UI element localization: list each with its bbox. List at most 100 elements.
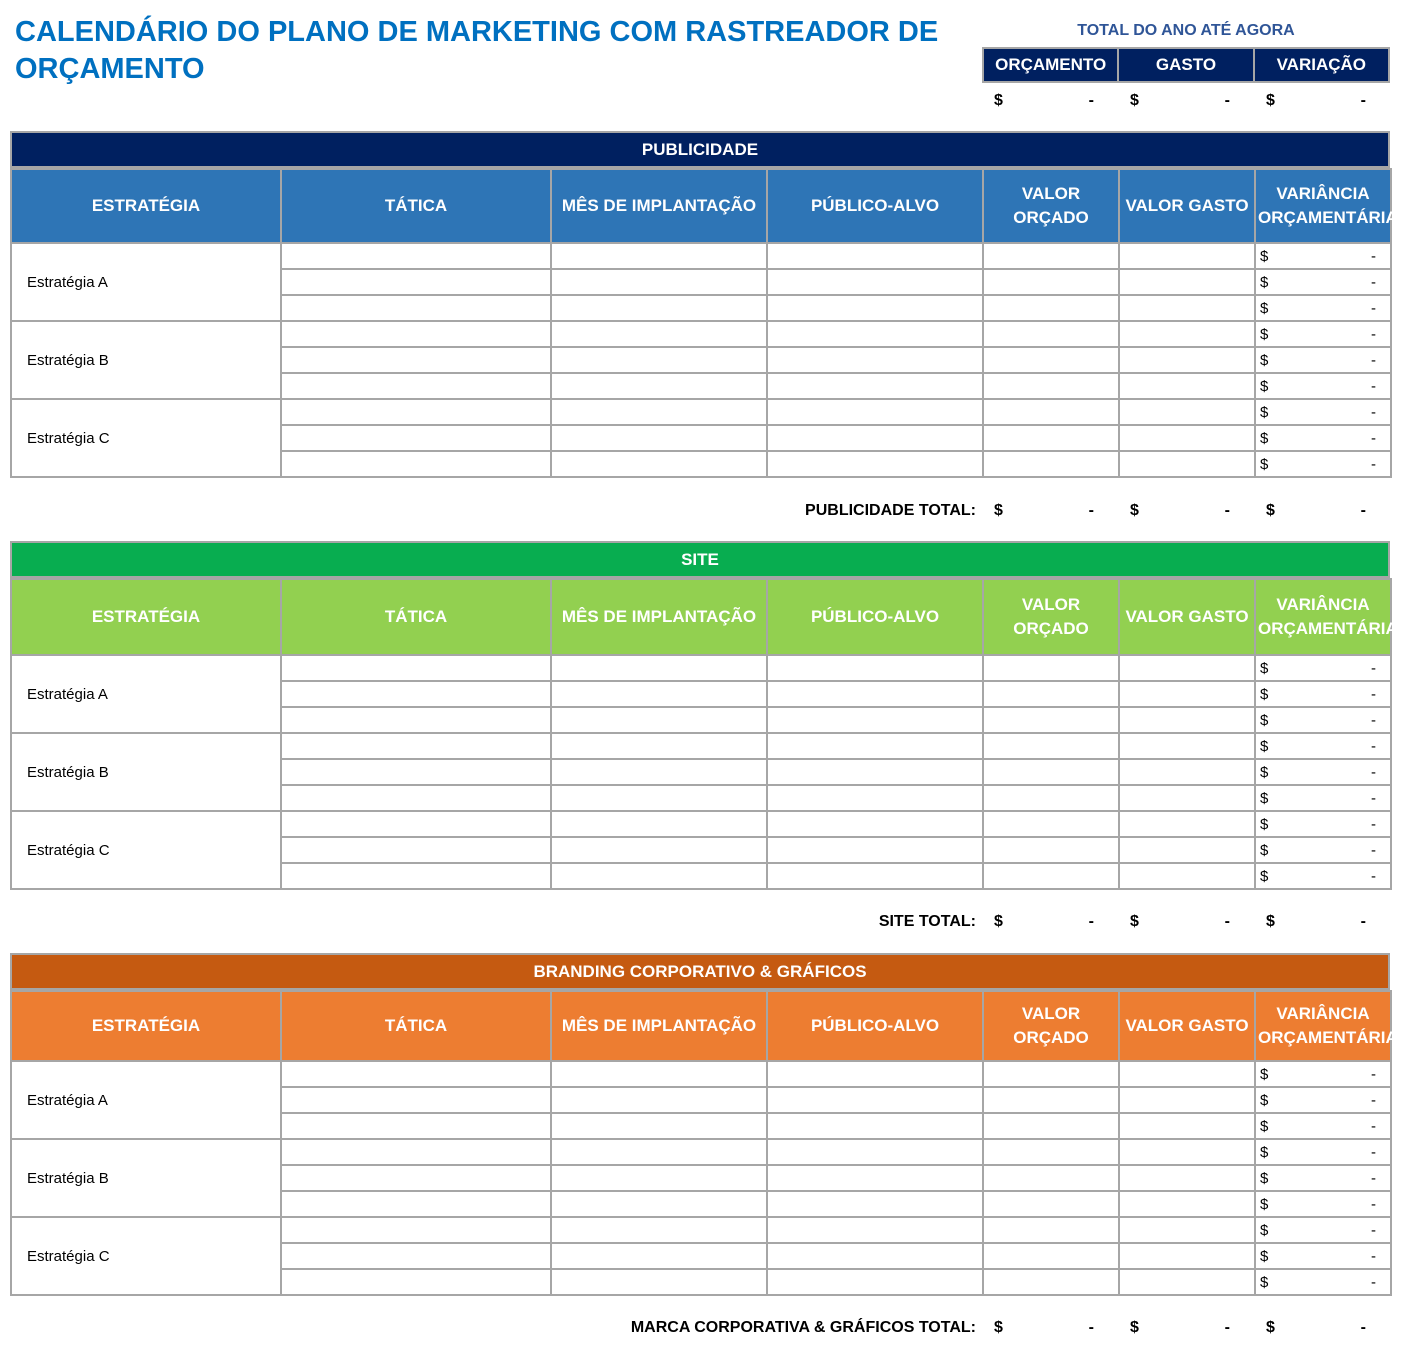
mes-implantacao-cell[interactable] — [550, 424, 768, 452]
publico-alvo-cell[interactable] — [766, 732, 984, 760]
strategy-cell[interactable]: Estratégia B — [10, 732, 282, 812]
publico-alvo-cell[interactable] — [766, 1190, 984, 1218]
publico-alvo-cell[interactable] — [766, 450, 984, 478]
tatica-cell[interactable] — [280, 450, 552, 478]
tatica-cell[interactable] — [280, 346, 552, 374]
mes-implantacao-cell[interactable] — [550, 1268, 768, 1296]
tatica-cell[interactable] — [280, 810, 552, 838]
publico-alvo-cell[interactable] — [766, 294, 984, 322]
valor-orcado-cell[interactable] — [982, 294, 1120, 322]
valor-gasto-cell[interactable] — [1118, 784, 1256, 812]
valor-gasto-cell[interactable] — [1118, 1112, 1256, 1140]
valor-orcado-cell[interactable] — [982, 268, 1120, 296]
publico-alvo-cell[interactable] — [766, 1112, 984, 1140]
valor-gasto-cell[interactable] — [1118, 424, 1256, 452]
publico-alvo-cell[interactable] — [766, 268, 984, 296]
valor-orcado-cell[interactable] — [982, 732, 1120, 760]
valor-orcado-cell[interactable] — [982, 784, 1120, 812]
valor-gasto-cell[interactable] — [1118, 732, 1256, 760]
publico-alvo-cell[interactable] — [766, 862, 984, 890]
valor-orcado-cell[interactable] — [982, 1216, 1120, 1244]
valor-orcado-cell[interactable] — [982, 836, 1120, 864]
publico-alvo-cell[interactable] — [766, 706, 984, 734]
mes-implantacao-cell[interactable] — [550, 450, 768, 478]
strategy-cell[interactable]: Estratégia A — [10, 1060, 282, 1140]
valor-gasto-cell[interactable] — [1118, 654, 1256, 682]
strategy-cell[interactable]: Estratégia A — [10, 242, 282, 322]
valor-gasto-cell[interactable] — [1118, 320, 1256, 348]
valor-gasto-cell[interactable] — [1118, 1216, 1256, 1244]
mes-implantacao-cell[interactable] — [550, 294, 768, 322]
mes-implantacao-cell[interactable] — [550, 1138, 768, 1166]
strategy-cell[interactable]: Estratégia B — [10, 1138, 282, 1218]
mes-implantacao-cell[interactable] — [550, 1216, 768, 1244]
mes-implantacao-cell[interactable] — [550, 1190, 768, 1218]
valor-gasto-cell[interactable] — [1118, 706, 1256, 734]
publico-alvo-cell[interactable] — [766, 424, 984, 452]
mes-implantacao-cell[interactable] — [550, 372, 768, 400]
valor-gasto-cell[interactable] — [1118, 372, 1256, 400]
publico-alvo-cell[interactable] — [766, 810, 984, 838]
mes-implantacao-cell[interactable] — [550, 1164, 768, 1192]
valor-gasto-cell[interactable] — [1118, 810, 1256, 838]
strategy-cell[interactable]: Estratégia C — [10, 810, 282, 890]
valor-gasto-cell[interactable] — [1118, 1242, 1256, 1270]
mes-implantacao-cell[interactable] — [550, 1060, 768, 1088]
valor-gasto-cell[interactable] — [1118, 1190, 1256, 1218]
mes-implantacao-cell[interactable] — [550, 706, 768, 734]
publico-alvo-cell[interactable] — [766, 758, 984, 786]
valor-orcado-cell[interactable] — [982, 680, 1120, 708]
tatica-cell[interactable] — [280, 1164, 552, 1192]
valor-gasto-cell[interactable] — [1118, 242, 1256, 270]
valor-gasto-cell[interactable] — [1118, 680, 1256, 708]
valor-orcado-cell[interactable] — [982, 1112, 1120, 1140]
publico-alvo-cell[interactable] — [766, 398, 984, 426]
tatica-cell[interactable] — [280, 732, 552, 760]
mes-implantacao-cell[interactable] — [550, 758, 768, 786]
publico-alvo-cell[interactable] — [766, 242, 984, 270]
tatica-cell[interactable] — [280, 1242, 552, 1270]
tatica-cell[interactable] — [280, 268, 552, 296]
valor-orcado-cell[interactable] — [982, 862, 1120, 890]
tatica-cell[interactable] — [280, 320, 552, 348]
tatica-cell[interactable] — [280, 706, 552, 734]
tatica-cell[interactable] — [280, 1086, 552, 1114]
valor-gasto-cell[interactable] — [1118, 1164, 1256, 1192]
strategy-cell[interactable]: Estratégia C — [10, 398, 282, 478]
publico-alvo-cell[interactable] — [766, 372, 984, 400]
publico-alvo-cell[interactable] — [766, 1216, 984, 1244]
mes-implantacao-cell[interactable] — [550, 810, 768, 838]
mes-implantacao-cell[interactable] — [550, 784, 768, 812]
tatica-cell[interactable] — [280, 1112, 552, 1140]
valor-orcado-cell[interactable] — [982, 1060, 1120, 1088]
valor-orcado-cell[interactable] — [982, 424, 1120, 452]
valor-gasto-cell[interactable] — [1118, 294, 1256, 322]
mes-implantacao-cell[interactable] — [550, 1242, 768, 1270]
mes-implantacao-cell[interactable] — [550, 680, 768, 708]
tatica-cell[interactable] — [280, 372, 552, 400]
publico-alvo-cell[interactable] — [766, 346, 984, 374]
tatica-cell[interactable] — [280, 294, 552, 322]
valor-orcado-cell[interactable] — [982, 1242, 1120, 1270]
publico-alvo-cell[interactable] — [766, 654, 984, 682]
publico-alvo-cell[interactable] — [766, 1242, 984, 1270]
publico-alvo-cell[interactable] — [766, 1086, 984, 1114]
valor-orcado-cell[interactable] — [982, 758, 1120, 786]
valor-orcado-cell[interactable] — [982, 242, 1120, 270]
valor-orcado-cell[interactable] — [982, 346, 1120, 374]
valor-orcado-cell[interactable] — [982, 810, 1120, 838]
strategy-cell[interactable]: Estratégia C — [10, 1216, 282, 1296]
valor-orcado-cell[interactable] — [982, 1268, 1120, 1296]
valor-orcado-cell[interactable] — [982, 654, 1120, 682]
strategy-cell[interactable]: Estratégia B — [10, 320, 282, 400]
mes-implantacao-cell[interactable] — [550, 346, 768, 374]
valor-gasto-cell[interactable] — [1118, 398, 1256, 426]
mes-implantacao-cell[interactable] — [550, 1086, 768, 1114]
mes-implantacao-cell[interactable] — [550, 862, 768, 890]
publico-alvo-cell[interactable] — [766, 680, 984, 708]
tatica-cell[interactable] — [280, 1060, 552, 1088]
valor-gasto-cell[interactable] — [1118, 346, 1256, 374]
valor-gasto-cell[interactable] — [1118, 758, 1256, 786]
tatica-cell[interactable] — [280, 862, 552, 890]
valor-orcado-cell[interactable] — [982, 450, 1120, 478]
